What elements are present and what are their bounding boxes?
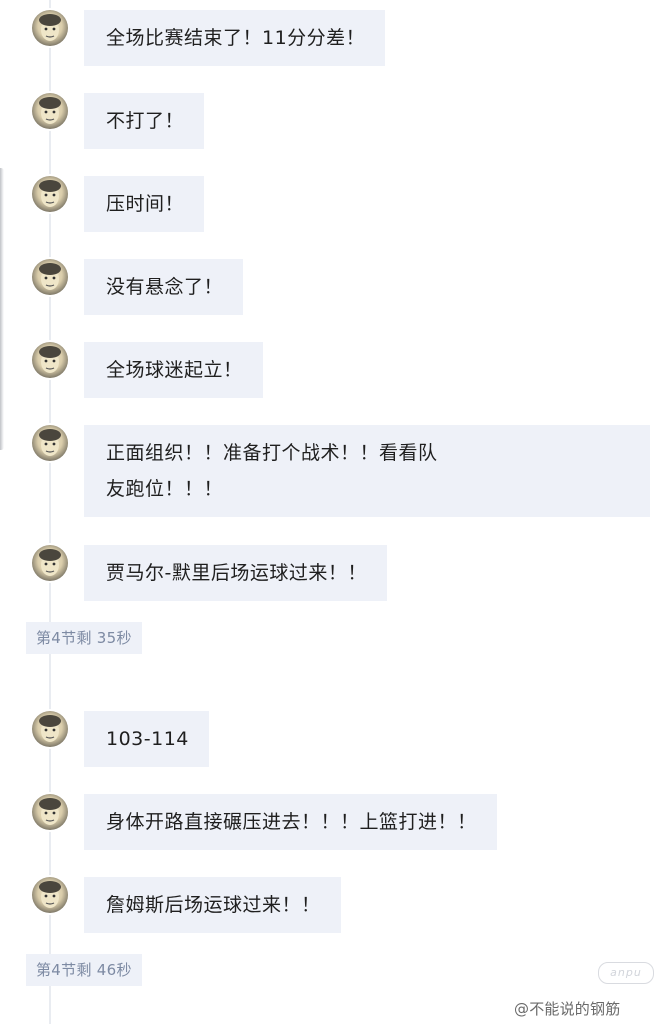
watermark-logo: anpu bbox=[598, 962, 654, 984]
commentary-bubble: 压时间！ bbox=[84, 176, 205, 232]
timeline-line bbox=[49, 0, 51, 1024]
commentator-avatar-icon[interactable] bbox=[32, 176, 68, 212]
watermark-username: @不能说的钢筋 bbox=[514, 1000, 621, 1018]
scroll-indicator[interactable] bbox=[0, 168, 4, 450]
commentator-avatar-icon[interactable] bbox=[32, 877, 68, 913]
game-clock-tag: 第4节剩 35秒 bbox=[26, 622, 142, 654]
commentary-bubble: 全场比赛结束了！11分分差！ bbox=[84, 10, 386, 66]
commentary-bubble: 不打了！ bbox=[84, 93, 205, 149]
commentary-bubble: 没有悬念了！ bbox=[84, 259, 244, 315]
bubble-line: 友跑位！！！ bbox=[106, 478, 224, 500]
bubble-line: 正面组织！！准备打个战术！！看看队 bbox=[106, 442, 438, 464]
commentator-avatar-icon[interactable] bbox=[32, 545, 68, 581]
commentator-avatar-icon[interactable] bbox=[32, 711, 68, 747]
commentary-bubble: 全场球迷起立！ bbox=[84, 342, 263, 398]
live-commentary-feed: 全场比赛结束了！11分分差！ 不打了！ 压时间！ 没有悬念了！ 全场球迷起立！ bbox=[0, 0, 660, 1024]
score-bubble: 103-114 bbox=[84, 711, 209, 767]
commentary-bubble: 贾马尔-默里后场运球过来！！ bbox=[84, 545, 387, 601]
commentator-avatar-icon[interactable] bbox=[32, 10, 68, 46]
game-clock-tag: 第4节剩 46秒 bbox=[26, 954, 142, 986]
commentator-avatar-icon[interactable] bbox=[32, 794, 68, 830]
commentator-avatar-icon[interactable] bbox=[32, 342, 68, 378]
commentary-bubble: 正面组织！！准备打个战术！！看看队 友跑位！！！ bbox=[84, 425, 650, 517]
commentator-avatar-icon[interactable] bbox=[32, 93, 68, 129]
commentary-bubble: 身体开路直接碾压进去！！！上篮打进！！ bbox=[84, 794, 497, 850]
commentator-avatar-icon[interactable] bbox=[32, 259, 68, 295]
commentator-avatar-icon[interactable] bbox=[32, 425, 68, 461]
commentary-bubble: 詹姆斯后场运球过来！！ bbox=[84, 877, 341, 933]
